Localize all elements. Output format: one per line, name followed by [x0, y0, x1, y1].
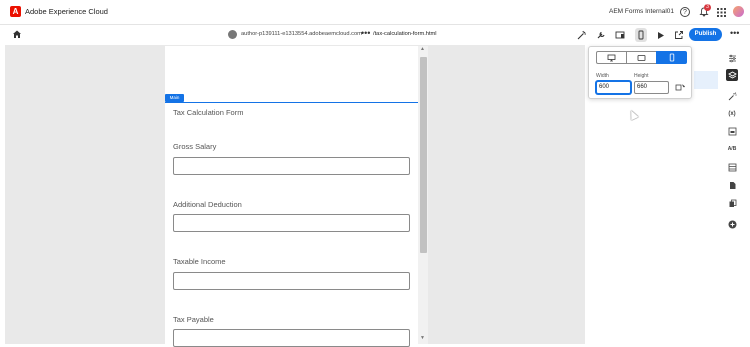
open-external-icon[interactable] — [673, 29, 685, 41]
form-scrollbar-thumb[interactable] — [420, 57, 427, 253]
home-icon[interactable] — [12, 29, 22, 42]
layers-icon[interactable] — [726, 69, 738, 81]
main-container-tag[interactable]: Main — [165, 94, 184, 102]
top-bar: A Adobe Experience Cloud AEM Forms Inter… — [0, 0, 750, 25]
tax-payable-input[interactable] — [173, 329, 410, 347]
height-label: Height — [634, 73, 649, 79]
tablet-icon — [637, 54, 646, 61]
scroll-down-icon[interactable]: ▼ — [420, 335, 425, 341]
width-input[interactable]: 600 — [596, 81, 631, 94]
wand-icon[interactable] — [726, 90, 738, 102]
rotate-device-icon[interactable] — [675, 83, 685, 94]
form-preview — [165, 46, 418, 344]
device-layout-icon[interactable] — [614, 29, 626, 41]
main-container-outline — [165, 102, 418, 103]
breadcrumb-more-icon[interactable]: ••• — [361, 28, 370, 38]
additional-deduction-label: Additional Deduction — [173, 200, 242, 209]
tablet-device-button[interactable] — [626, 51, 657, 64]
additional-deduction-input[interactable] — [173, 214, 410, 232]
page-path[interactable]: /tax-calculation-form.html — [373, 31, 437, 37]
panel-selection-highlight — [694, 71, 718, 89]
form-title[interactable]: Tax Calculation Form — [173, 108, 243, 117]
help-icon[interactable]: ? — [680, 7, 690, 17]
publish-button[interactable]: Publish — [689, 28, 722, 41]
desktop-icon — [607, 54, 616, 61]
properties-icon[interactable] — [726, 52, 738, 64]
variables-icon[interactable]: (x) — [726, 108, 738, 120]
mobile-preview-icon[interactable] — [635, 28, 647, 42]
form-icon[interactable] — [726, 125, 738, 137]
notification-badge: 3 — [704, 4, 711, 11]
more-actions-icon[interactable]: ••• — [730, 28, 739, 38]
play-icon[interactable] — [654, 29, 666, 41]
document-icon[interactable] — [726, 179, 738, 191]
table-icon[interactable] — [726, 161, 738, 173]
phone-icon — [669, 53, 674, 62]
desktop-device-button[interactable] — [596, 51, 627, 64]
height-input[interactable]: 660 — [634, 81, 669, 94]
taxable-income-input[interactable] — [173, 272, 410, 290]
magic-wand-icon[interactable] — [576, 29, 588, 41]
add-icon[interactable] — [726, 218, 738, 230]
tax-payable-label: Tax Payable — [173, 315, 214, 324]
wrench-icon[interactable] — [595, 29, 607, 41]
gross-salary-label: Gross Salary — [173, 142, 217, 151]
scroll-up-icon[interactable]: ▲ — [420, 46, 425, 52]
url-host[interactable]: author-p139111-e1313554.adobeaemcloud.co… — [241, 31, 362, 37]
editor-toolbar: author-p139111-e1313554.adobeaemcloud.co… — [0, 25, 750, 45]
copy-icon[interactable] — [726, 197, 738, 209]
apps-grid-icon[interactable] — [715, 6, 727, 18]
gross-salary-input[interactable] — [173, 157, 410, 175]
taxable-income-label: Taxable Income — [173, 257, 226, 266]
mouse-cursor — [627, 108, 639, 121]
ab-test-icon[interactable]: A/B — [726, 143, 738, 155]
org-switcher[interactable]: AEM Forms Internal01 — [609, 8, 674, 15]
phone-device-button[interactable] — [656, 51, 687, 64]
adobe-logo[interactable]: A — [10, 6, 21, 17]
width-label: Width — [596, 73, 609, 79]
globe-icon — [228, 30, 237, 39]
app-title[interactable]: Adobe Experience Cloud — [25, 7, 108, 16]
user-avatar[interactable] — [733, 6, 744, 17]
